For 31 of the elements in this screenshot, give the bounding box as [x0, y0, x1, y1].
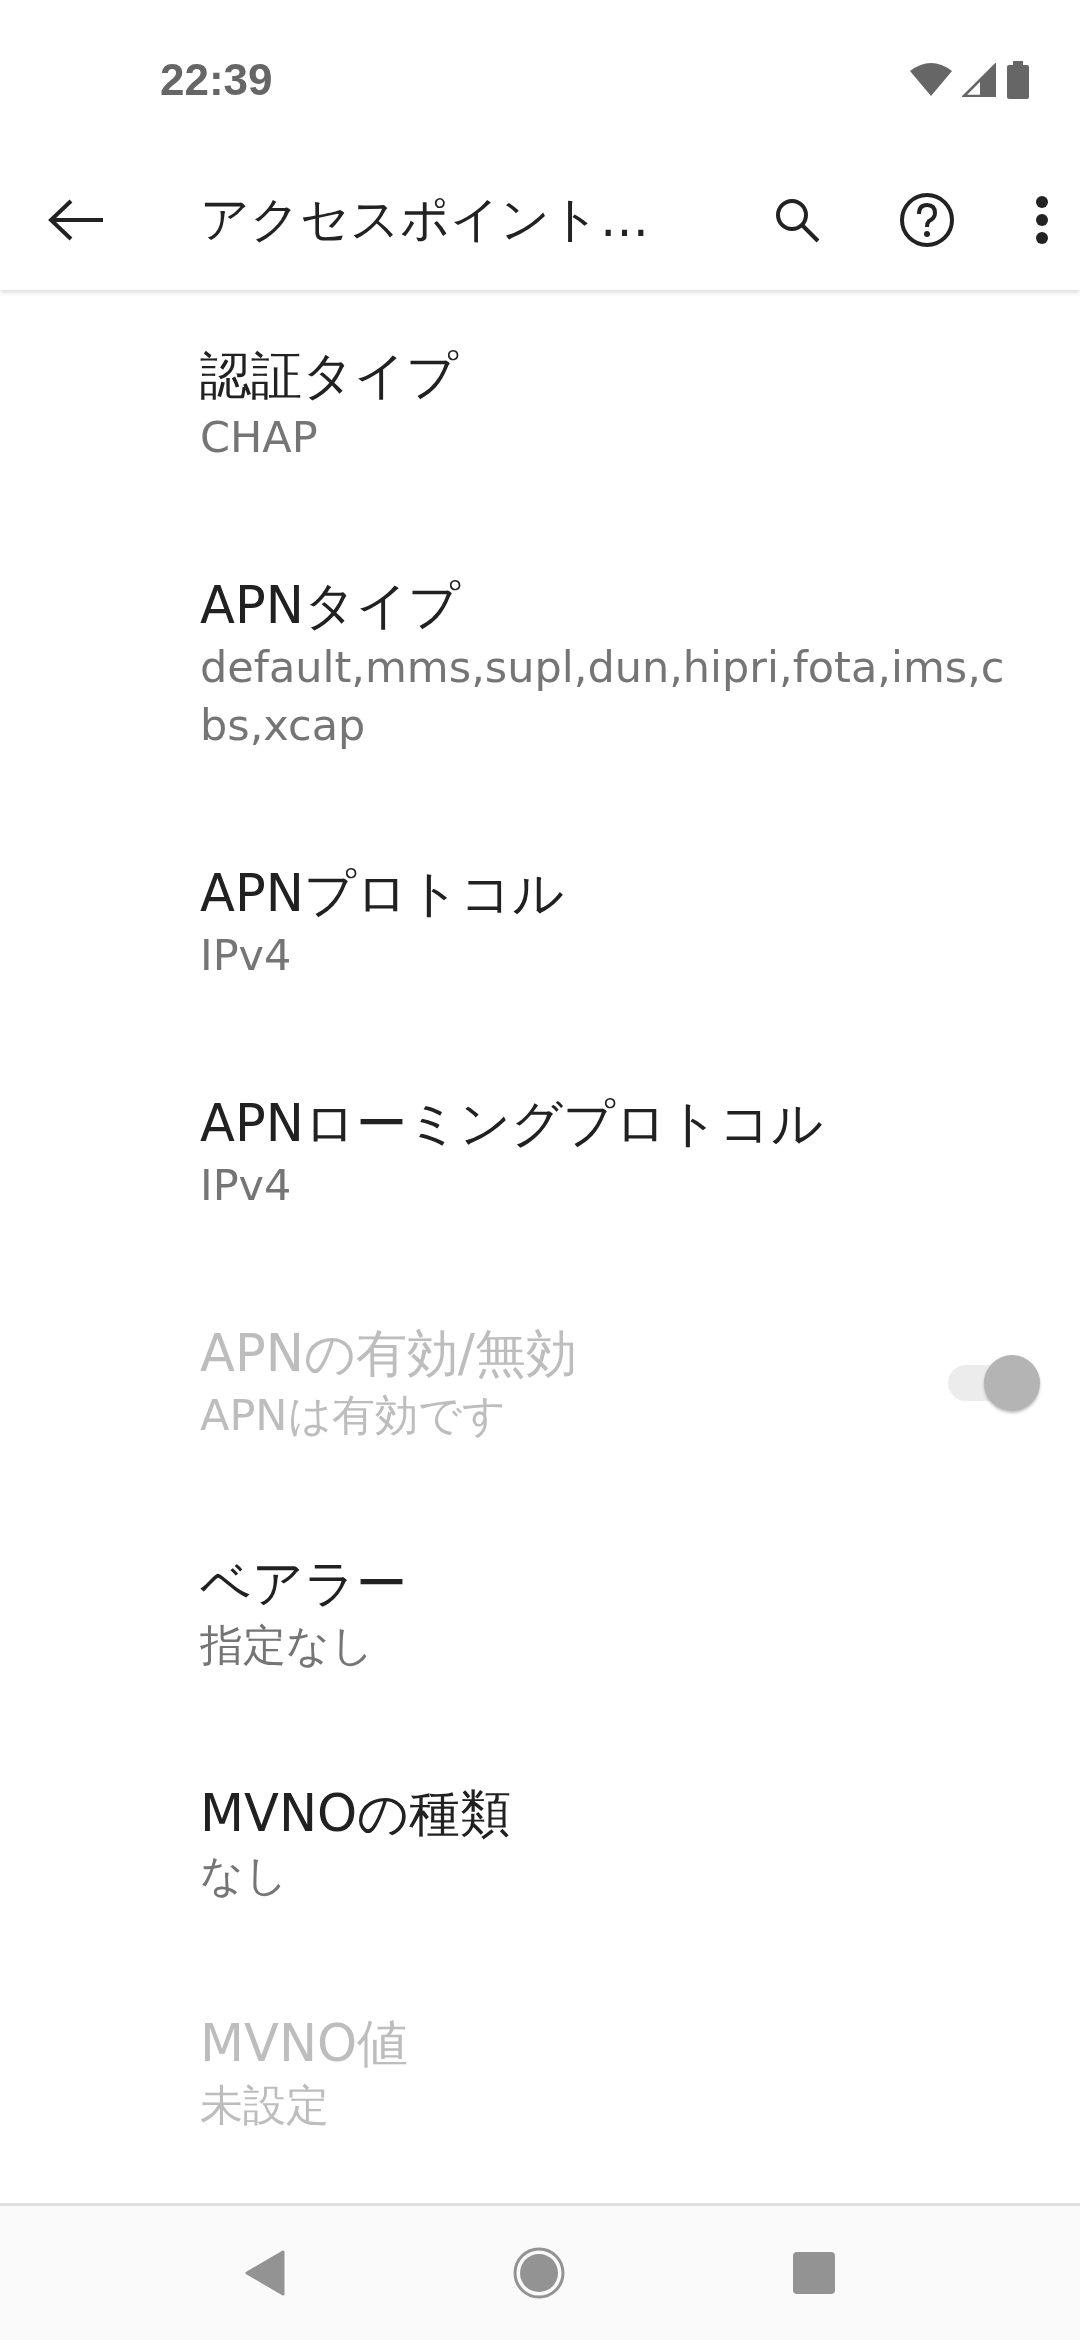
preference-title: MVNOの種類	[200, 1783, 513, 1845]
preference-summary: APNは有効です	[200, 1389, 507, 1442]
preference-title: APNの有効/無効	[200, 1323, 578, 1385]
preference-summary: IPv4	[200, 929, 293, 982]
preference-summary: IPv4	[200, 1159, 293, 1212]
preference-title: 認証タイプ	[200, 345, 460, 407]
preference-item[interactable]: APNローミングプロトコル IPv4	[0, 1038, 1080, 1268]
preference-item[interactable]: MVNOの種類 なし	[0, 1728, 1080, 1958]
more-options-icon	[1034, 195, 1050, 245]
preference-summary: default,mms,supl,dun,hipri,fota,ims,cbs,xcap	[200, 641, 1006, 752]
wifi-icon	[910, 63, 952, 97]
help-button[interactable]	[897, 190, 957, 250]
toolbar-title: アクセスポイント…	[200, 190, 650, 250]
preference-summary: CHAP	[200, 411, 319, 464]
status-time: 22:39	[160, 54, 274, 105]
preference-title: APNプロトコル	[200, 863, 565, 925]
preference-title: ベアラー	[200, 1553, 408, 1615]
nav-home-button[interactable]	[513, 2247, 565, 2299]
preference-title: APNタイプ	[200, 575, 462, 637]
preference-item[interactable]: APNタイプ default,mms,supl,dun,hipri,fota,ims,cbs,xcap	[0, 520, 1080, 808]
preference-item[interactable]: ベアラー 指定なし	[0, 1498, 1080, 1728]
nav-back-button[interactable]	[245, 2250, 285, 2296]
signal-icon	[962, 63, 996, 97]
preference-item[interactable]: APNプロトコル IPv4	[0, 808, 1080, 1038]
battery-icon	[1006, 61, 1030, 99]
preference-title: MVNO値	[200, 2013, 410, 2075]
preference-summary: 指定なし	[200, 1619, 375, 1672]
preference-summary: 未設定	[200, 2079, 330, 2132]
preference-item[interactable]: 認証タイプ CHAP	[0, 290, 1080, 520]
preference-summary: なし	[200, 1849, 289, 1902]
preference-title: APNローミングプロトコル	[200, 1093, 824, 1155]
